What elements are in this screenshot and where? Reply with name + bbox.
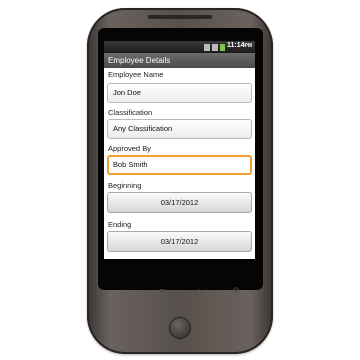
- approved-by-field[interactable]: Bob Smith: [107, 155, 252, 175]
- ending-label: Ending: [108, 220, 132, 229]
- status-time-suffix: PM: [244, 43, 253, 49]
- status-time-value: 11:14: [226, 42, 245, 49]
- approved-by-label: Approved By: [108, 144, 151, 153]
- trackball-button[interactable]: [170, 318, 190, 338]
- employee-name-label: Employee Name: [108, 70, 164, 79]
- status-time: 11:14PM: [227, 42, 252, 49]
- earpiece-speaker: [148, 15, 212, 19]
- beginning-date-button[interactable]: 03/17/2012: [107, 192, 252, 213]
- status-icons: [204, 43, 225, 51]
- search-icon[interactable]: ⚲: [233, 286, 240, 297]
- beginning-label: Beginning: [108, 181, 142, 190]
- hardware-nav-bar: ← ≡ ⌂ ⚲: [104, 281, 255, 301]
- ending-date-button[interactable]: 03/17/2012: [107, 231, 252, 252]
- back-icon[interactable]: ←: [120, 286, 129, 296]
- menu-icon[interactable]: ≡: [160, 286, 165, 296]
- classification-field[interactable]: Any Classification: [107, 119, 252, 139]
- battery-icon: [220, 43, 225, 51]
- app-title: Employee Details: [104, 53, 255, 68]
- status-bar: 11:14PM: [104, 41, 255, 53]
- device-screen: 11:14PM Employee Details Employee Name J…: [104, 41, 255, 259]
- sync-icon: [204, 43, 210, 51]
- home-icon[interactable]: ⌂: [196, 286, 201, 296]
- employee-name-field[interactable]: Jon Doe: [107, 83, 252, 103]
- signal-icon: [212, 43, 218, 51]
- classification-label: Classification: [108, 108, 153, 117]
